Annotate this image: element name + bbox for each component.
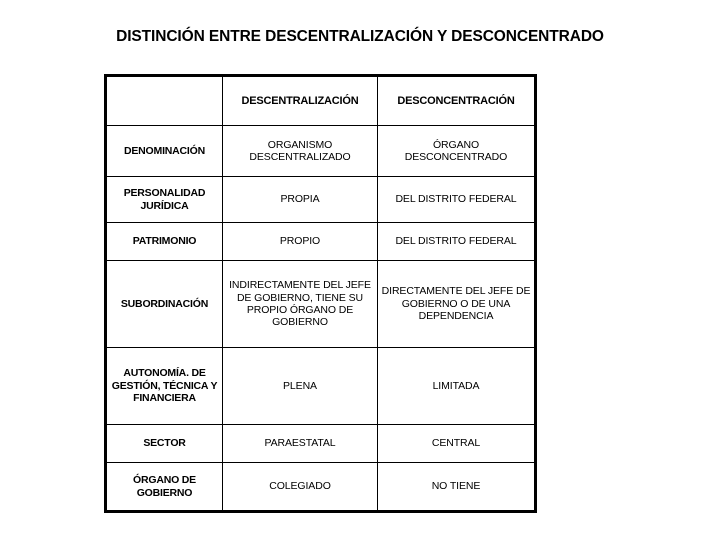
table-row: PERSONALIDAD JURÍDICA PROPIA DEL DISTRIT… xyxy=(105,176,536,223)
cell-sector-descentralizacion: PARAESTATAL xyxy=(222,424,378,463)
cell-sector-desconcentracion: CENTRAL xyxy=(377,424,536,463)
row-label-patrimonio: PATRIMONIO xyxy=(105,222,223,261)
cell-organo-de-gobierno-descentralizacion: COLEGIADO xyxy=(222,462,378,512)
header-cell-descentralizacion: DESCENTRALIZACIÓN xyxy=(222,75,378,126)
table-row: SUBORDINACIÓN INDIRECTAMENTE DEL JEFE DE… xyxy=(105,260,536,348)
row-label-organo-de-gobierno: ÓRGANO DE GOBIERNO xyxy=(105,462,223,512)
table-row: DENOMINACIÓN ORGANISMO DESCENTRALIZADO Ó… xyxy=(105,125,536,177)
table-header-row: DESCENTRALIZACIÓN DESCONCENTRACIÓN xyxy=(105,75,536,126)
row-label-autonomia: AUTONOMÍA. DE GESTIÓN, TÉCNICA Y FINANCI… xyxy=(105,347,223,425)
comparison-table: DESCENTRALIZACIÓN DESCONCENTRACIÓN DENOM… xyxy=(104,74,537,513)
cell-subordinacion-desconcentracion: DIRECTAMENTE DEL JEFE DE GOBIERNO O DE U… xyxy=(377,260,536,348)
comparison-table-container: DESCENTRALIZACIÓN DESCONCENTRACIÓN DENOM… xyxy=(104,74,537,513)
table-row: SECTOR PARAESTATAL CENTRAL xyxy=(105,424,536,463)
row-label-sector: SECTOR xyxy=(105,424,223,463)
header-cell-desconcentracion: DESCONCENTRACIÓN xyxy=(377,75,536,126)
row-label-subordinacion: SUBORDINACIÓN xyxy=(105,260,223,348)
cell-personalidad-juridica-desconcentracion: DEL DISTRITO FEDERAL xyxy=(377,176,536,223)
table-row: ÓRGANO DE GOBIERNO COLEGIADO NO TIENE xyxy=(105,462,536,512)
cell-subordinacion-descentralizacion: INDIRECTAMENTE DEL JEFE DE GOBIERNO, TIE… xyxy=(222,260,378,348)
cell-autonomia-descentralizacion: PLENA xyxy=(222,347,378,425)
row-label-personalidad-juridica: PERSONALIDAD JURÍDICA xyxy=(105,176,223,223)
cell-autonomia-desconcentracion: LIMITADA xyxy=(377,347,536,425)
cell-organo-de-gobierno-desconcentracion: NO TIENE xyxy=(377,462,536,512)
table-row: PATRIMONIO PROPIO DEL DISTRITO FEDERAL xyxy=(105,222,536,261)
header-cell-blank xyxy=(105,75,223,126)
page-title: DISTINCIÓN ENTRE DESCENTRALIZACIÓN Y DES… xyxy=(116,28,604,45)
cell-denominacion-desconcentracion: ÓRGANO DESCONCENTRADO xyxy=(377,125,536,177)
cell-personalidad-juridica-descentralizacion: PROPIA xyxy=(222,176,378,223)
cell-patrimonio-desconcentracion: DEL DISTRITO FEDERAL xyxy=(377,222,536,261)
cell-denominacion-descentralizacion: ORGANISMO DESCENTRALIZADO xyxy=(222,125,378,177)
row-label-denominacion: DENOMINACIÓN xyxy=(105,125,223,177)
cell-patrimonio-descentralizacion: PROPIO xyxy=(222,222,378,261)
table-row: AUTONOMÍA. DE GESTIÓN, TÉCNICA Y FINANCI… xyxy=(105,347,536,425)
